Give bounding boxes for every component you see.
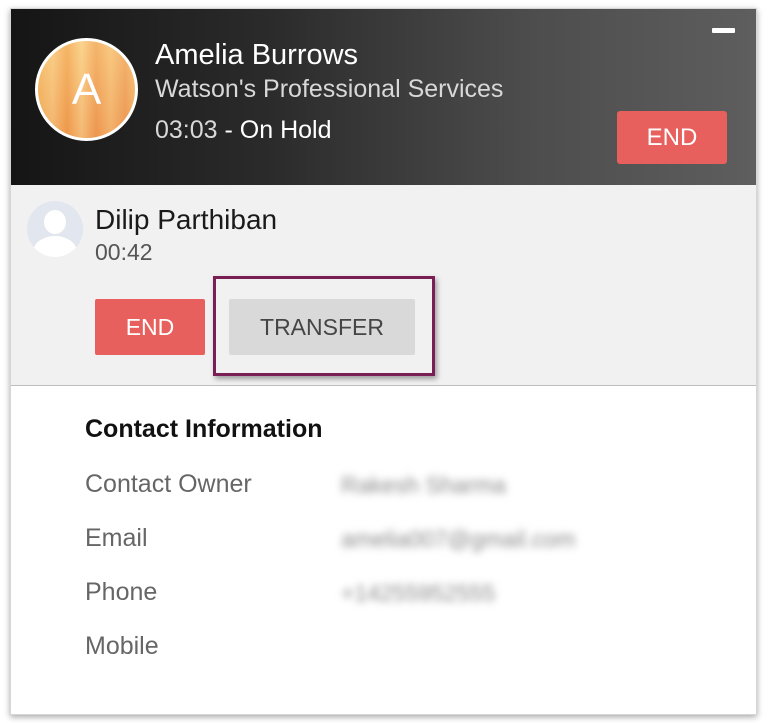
- caller-name: Amelia Burrows: [155, 39, 359, 71]
- contact-row-phone: Phone +14255952555: [85, 578, 725, 618]
- minimize-icon[interactable]: [712, 28, 735, 33]
- contact-row-mobile: Mobile: [85, 632, 725, 672]
- caller-avatar: A: [35, 38, 138, 141]
- email-value: amelia007@gmail.com: [341, 526, 576, 552]
- contact-owner-label: Contact Owner: [85, 470, 252, 498]
- call-duration: 03:03: [155, 116, 218, 144]
- contact-row-email: Email amelia007@gmail.com: [85, 524, 725, 564]
- contact-info-title: Contact Information: [85, 415, 323, 443]
- call-status: - On Hold: [224, 116, 332, 144]
- phone-value: +14255952555: [341, 580, 496, 606]
- email-label: Email: [85, 524, 148, 552]
- second-call-panel: Dilip Parthiban 00:42 END TRANSFER: [11, 185, 756, 386]
- contact-owner-value: Rakesh Sharma: [341, 472, 506, 498]
- avatar-initial: A: [71, 64, 102, 114]
- mobile-label: Mobile: [85, 632, 159, 660]
- call-timer-row: 03:03 - On Hold: [155, 116, 332, 145]
- second-call-duration: 00:42: [95, 239, 153, 265]
- contact-row-owner: Contact Owner Rakesh Sharma: [85, 470, 725, 510]
- active-call-header: A Amelia Burrows Watson's Professional S…: [11, 9, 756, 185]
- second-caller-name: Dilip Parthiban: [95, 204, 278, 235]
- caller-company: Watson's Professional Services: [155, 75, 504, 103]
- transfer-button[interactable]: TRANSFER: [229, 299, 415, 355]
- phone-label: Phone: [85, 578, 158, 606]
- end-second-call-button[interactable]: END: [95, 299, 205, 355]
- call-widget: A Amelia Burrows Watson's Professional S…: [10, 8, 757, 715]
- end-active-call-button[interactable]: END: [617, 111, 727, 164]
- user-avatar-placeholder-icon: [27, 201, 83, 257]
